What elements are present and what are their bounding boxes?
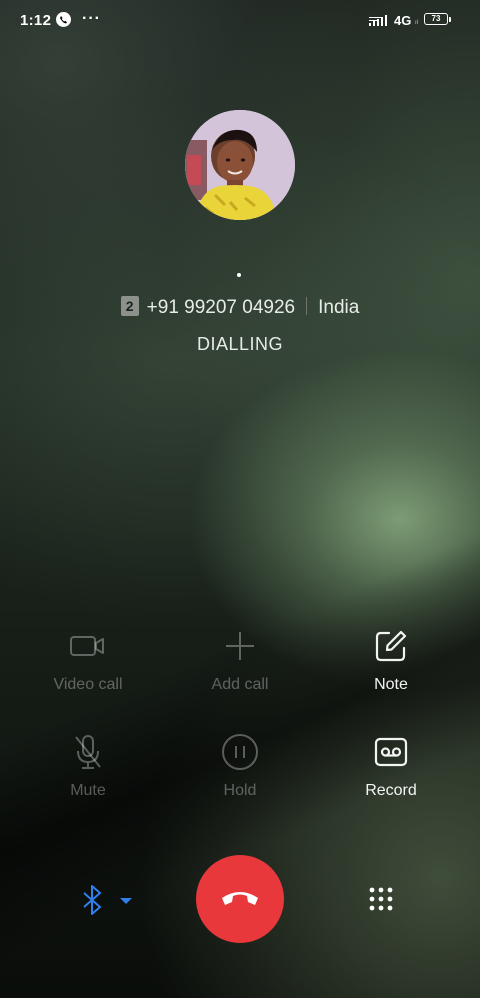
video-call-button[interactable]: Video call <box>18 628 158 694</box>
end-call-button[interactable] <box>196 855 284 943</box>
note-edit-icon <box>375 630 407 662</box>
note-label: Note <box>374 676 408 693</box>
call-state: DIALLING <box>196 334 284 354</box>
network-type: 4G <box>394 13 412 28</box>
keypad-icon <box>369 887 393 911</box>
add-call-button[interactable]: Add call <box>170 628 310 694</box>
mute-button[interactable]: Mute <box>18 734 158 800</box>
bluetooth-icon <box>83 885 132 915</box>
record-label: Record <box>365 782 417 799</box>
microphone-muted-icon <box>75 735 101 769</box>
mute-label: Mute <box>70 782 106 799</box>
record-tape-icon <box>374 737 408 767</box>
add-call-label: Add call <box>211 676 269 693</box>
video-call-label: Video call <box>53 676 123 693</box>
divider <box>306 297 308 315</box>
end-call-icon <box>222 892 258 905</box>
caller-avatar <box>185 110 295 220</box>
status-bar: 1:12 ··· 4G ıl 73 <box>0 0 480 40</box>
audio-route-button[interactable] <box>80 884 136 918</box>
note-button[interactable]: Note <box>321 628 461 694</box>
record-button[interactable]: Record <box>321 734 461 800</box>
hold-button[interactable]: Hold <box>170 734 310 800</box>
sim-slot-badge: 2 <box>120 296 139 316</box>
caller-location: India <box>318 297 360 318</box>
status-time: 1:12 <box>20 12 52 29</box>
contact-name-placeholder <box>237 273 241 277</box>
ongoing-call-icon <box>56 12 71 27</box>
battery-icon: 73 <box>424 13 448 25</box>
notification-more: ··· <box>82 10 101 27</box>
hold-label: Hold <box>223 782 257 799</box>
plus-icon <box>226 632 254 660</box>
network-strength: ıl <box>415 20 418 26</box>
battery-level: 73 <box>431 14 441 23</box>
call-screen: 1:12 ··· 4G ıl 73 2 +91 99207 04926 Indi… <box>0 0 480 998</box>
caller-info: 2 +91 99207 04926 India <box>0 296 480 319</box>
phone-number: +91 99207 04926 <box>146 297 296 318</box>
pause-icon <box>222 734 258 770</box>
keypad-button[interactable] <box>368 886 394 912</box>
signal-icon <box>369 15 387 26</box>
video-camera-icon <box>70 636 104 656</box>
battery-tip <box>449 17 451 22</box>
